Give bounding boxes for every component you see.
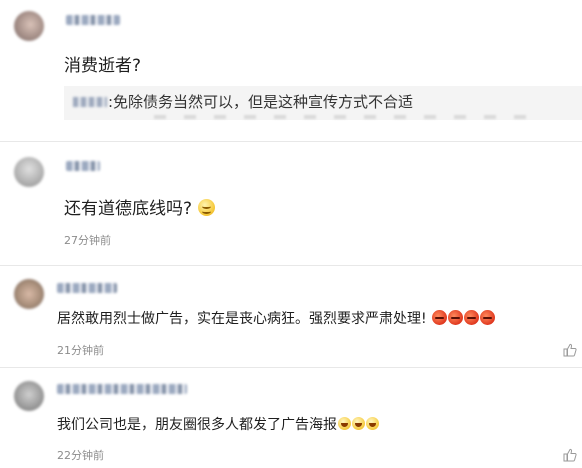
comment-text-content: 还有道德底线吗?: [64, 199, 193, 219]
angry-emoji-icon: [432, 310, 448, 325]
avatar[interactable]: [14, 11, 44, 41]
reply-preview[interactable]: :免除债务当然可以，但是这种宣传方式不合适: [64, 86, 582, 120]
thumbs-up-icon[interactable]: [563, 343, 577, 357]
reply-more-text: [154, 115, 534, 119]
timestamp: 27分钟前: [64, 234, 111, 247]
thumbs-up-icon[interactable]: [563, 448, 577, 462]
comment-text: 居然敢用烈士做广告，实在是丧心病狂。强烈要求严肃处理!: [57, 308, 496, 328]
username[interactable]: [66, 15, 120, 25]
avatar[interactable]: [14, 381, 44, 411]
comment-item: 我们公司也是，朋友圈很多人都发了广告海报 22分钟前: [0, 368, 582, 468]
username[interactable]: [57, 283, 117, 293]
username[interactable]: [57, 384, 187, 394]
laugh-emoji-icon: [366, 417, 379, 430]
avatar[interactable]: [14, 279, 44, 309]
timestamp: 22分钟前: [57, 449, 104, 462]
angry-emoji-icon: [464, 310, 480, 325]
comment-text-content: 我们公司也是，朋友圈很多人都发了广告海报: [57, 417, 337, 433]
angry-emoji-icon: [480, 310, 496, 325]
angry-emoji-icon: [448, 310, 464, 325]
smile-emoji-icon: [198, 199, 216, 216]
comment-item: 消费逝者? :免除债务当然可以，但是这种宣传方式不合适: [0, 0, 582, 140]
comment-text: 我们公司也是，朋友圈很多人都发了广告海报: [57, 414, 379, 434]
comment-item: 居然敢用烈士做广告，实在是丧心病狂。强烈要求严肃处理! 21分钟前: [0, 266, 582, 366]
comment-item: 还有道德底线吗? 27分钟前: [0, 142, 582, 255]
username[interactable]: [66, 161, 100, 171]
comment-text: 还有道德底线吗?: [64, 194, 216, 219]
avatar[interactable]: [14, 157, 44, 187]
comment-text-content: 居然敢用烈士做广告，实在是丧心病狂。强烈要求严肃处理!: [57, 311, 427, 327]
comment-text: 消费逝者?: [64, 56, 142, 76]
reply-text: :免除债务当然可以，但是这种宣传方式不合适: [108, 93, 414, 111]
timestamp: 21分钟前: [57, 344, 104, 357]
laugh-emoji-icon: [352, 417, 365, 430]
reply-username: [73, 97, 107, 107]
laugh-emoji-icon: [338, 417, 351, 430]
